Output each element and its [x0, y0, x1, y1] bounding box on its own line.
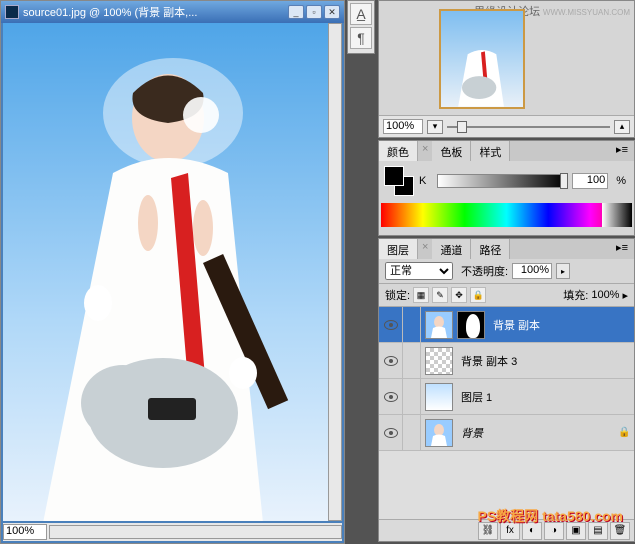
navigator-panel: 思缘设计论坛 WWW.MISSYUAN.COM 100% ▾ ▴	[378, 0, 635, 138]
minimize-button[interactable]: _	[288, 5, 304, 19]
layer-thumbnail[interactable]	[425, 311, 453, 339]
navigator-zoom-input[interactable]: 100%	[383, 119, 423, 134]
k-value-input[interactable]: 100	[572, 173, 608, 189]
tab-close-icon[interactable]: ×	[418, 141, 432, 161]
layer-row[interactable]: 背景 副本 3	[379, 343, 634, 379]
layers-panel: 图层 × 通道 路径 ▸≡ 正常 不透明度: 100% ▸ 锁定: ▦ ✎ ✥ …	[378, 238, 635, 542]
zoom-out-button[interactable]: ▾	[427, 120, 443, 134]
panels-area: 思缘设计论坛 WWW.MISSYUAN.COM 100% ▾ ▴ 颜色 × 色板…	[378, 0, 635, 544]
eye-icon	[384, 356, 398, 366]
layer-thumbnail[interactable]	[425, 383, 453, 411]
restore-button[interactable]: ▫	[306, 5, 322, 19]
link-column[interactable]	[403, 307, 421, 342]
layer-thumbnail[interactable]	[425, 347, 453, 375]
canvas[interactable]	[3, 23, 328, 521]
percent-label: %	[614, 175, 628, 187]
char-panel-icon[interactable]: A̲	[350, 3, 372, 25]
titlebar: source01.jpg @ 100% (背景 副本,... _ ▫ ✕	[1, 1, 344, 23]
visibility-toggle[interactable]	[379, 379, 403, 414]
opacity-input[interactable]: 100%	[512, 263, 552, 279]
tab-layers[interactable]: 图层	[379, 239, 418, 259]
layer-name[interactable]: 背景 副本 3	[457, 353, 634, 369]
color-tabs: 颜色 × 色板 样式 ▸≡	[379, 141, 634, 161]
fill-input[interactable]: 100%	[591, 289, 619, 301]
eye-icon	[384, 428, 398, 438]
visibility-toggle[interactable]	[379, 343, 403, 378]
lock-pixels-icon[interactable]: ✎	[432, 287, 448, 303]
tab-swatches[interactable]: 色板	[432, 141, 471, 161]
type-toolbar: A̲ ¶	[347, 0, 375, 54]
k-slider[interactable]	[437, 174, 566, 188]
zoom-in-button[interactable]: ▴	[614, 120, 630, 134]
lock-row: 锁定: ▦ ✎ ✥ 🔒 填充: 100% ▸	[379, 284, 634, 307]
opacity-arrow-icon[interactable]: ▸	[556, 263, 570, 279]
lock-indicator-icon: 🔒	[618, 427, 634, 438]
layer-name[interactable]: 图层 1	[457, 389, 634, 405]
layer-options-row: 正常 不透明度: 100% ▸	[379, 259, 634, 284]
layer-row[interactable]: 背景 🔒	[379, 415, 634, 451]
close-button[interactable]: ✕	[324, 5, 340, 19]
link-column[interactable]	[403, 415, 421, 450]
color-body: K 100 %	[379, 161, 634, 201]
blend-mode-select[interactable]: 正常	[385, 262, 453, 280]
fill-label: 填充:	[563, 287, 588, 303]
k-label: K	[419, 175, 431, 187]
layer-name[interactable]: 背景 副本	[489, 317, 634, 333]
color-panel: 颜色 × 色板 样式 ▸≡ K 100 %	[378, 140, 635, 236]
layer-name[interactable]: 背景	[457, 425, 618, 441]
fill-arrow-icon[interactable]: ▸	[622, 289, 628, 302]
status-bar: 100%	[3, 523, 342, 541]
layer-mask-thumbnail[interactable]	[457, 311, 485, 339]
color-spectrum[interactable]	[381, 203, 632, 227]
tab-channels[interactable]: 通道	[432, 239, 471, 259]
tab-styles[interactable]: 样式	[471, 141, 510, 161]
eye-icon	[384, 320, 398, 330]
layer-row[interactable]: 背景 副本	[379, 307, 634, 343]
ps-icon	[5, 5, 19, 19]
lock-all-icon[interactable]: 🔒	[470, 287, 486, 303]
paragraph-panel-icon[interactable]: ¶	[350, 27, 372, 49]
layer-thumbnail[interactable]	[425, 419, 453, 447]
tab-close-icon[interactable]: ×	[418, 239, 432, 259]
navigator-thumbnail[interactable]	[439, 9, 525, 109]
zoom-input[interactable]: 100%	[3, 524, 47, 540]
link-column[interactable]	[403, 379, 421, 414]
document-title: source01.jpg @ 100% (背景 副本,...	[23, 4, 286, 20]
watermark: PS教程网 tata580.com	[478, 506, 624, 526]
navigator-controls: 100% ▾ ▴	[379, 115, 634, 137]
panel-menu-icon[interactable]: ▸≡	[610, 141, 634, 161]
canvas-image	[3, 23, 328, 521]
opacity-label: 不透明度:	[461, 263, 508, 279]
eye-icon	[384, 392, 398, 402]
fg-bg-swatches[interactable]	[385, 167, 413, 195]
fg-color-swatch[interactable]	[385, 167, 403, 185]
link-column[interactable]	[403, 343, 421, 378]
zoom-slider[interactable]	[447, 123, 610, 131]
lock-transparency-icon[interactable]: ▦	[413, 287, 429, 303]
document-window: source01.jpg @ 100% (背景 副本,... _ ▫ ✕ 100…	[0, 0, 345, 544]
lock-label: 锁定:	[385, 287, 410, 303]
tab-color[interactable]: 颜色	[379, 141, 418, 161]
layer-row[interactable]: 图层 1	[379, 379, 634, 415]
panel-menu-icon[interactable]: ▸≡	[610, 239, 634, 259]
tab-paths[interactable]: 路径	[471, 239, 510, 259]
vertical-scrollbar[interactable]	[328, 23, 342, 521]
lock-position-icon[interactable]: ✥	[451, 287, 467, 303]
horizontal-scrollbar[interactable]	[49, 525, 342, 539]
visibility-toggle[interactable]	[379, 307, 403, 342]
layers-tabs: 图层 × 通道 路径 ▸≡	[379, 239, 634, 259]
visibility-toggle[interactable]	[379, 415, 403, 450]
layer-list: 背景 副本 背景 副本 3 图层 1 背景 🔒	[379, 307, 634, 519]
